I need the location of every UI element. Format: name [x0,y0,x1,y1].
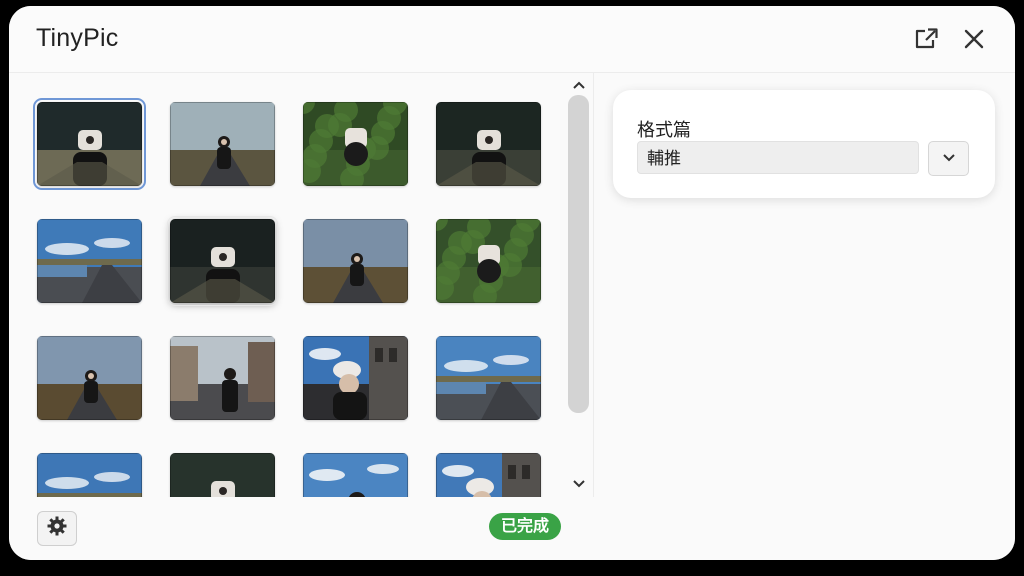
thumbnail-street-portrait[interactable] [170,336,275,420]
settings-pane: 格式篇 輔推 [594,73,1015,560]
settings-button[interactable] [37,511,77,546]
format-select[interactable]: 輔推 [637,141,919,174]
thumbnail-lake-road[interactable] [436,336,541,420]
share-export-icon[interactable] [911,24,941,54]
thumbnail-road-field-portrait[interactable] [170,102,275,186]
thumbnail-lake-road[interactable] [37,219,142,303]
thumbnail-field-road-portrait[interactable] [37,336,142,420]
chevron-down-icon [942,150,956,168]
title-bar: TinyPic [9,6,1015,73]
thumbnail-building-portrait[interactable] [436,453,541,497]
thumbnail-dark-portrait[interactable] [167,216,278,306]
thumbnail-portrait-dark-green[interactable] [33,98,146,190]
bottom-bar: 已完成 [9,498,593,560]
thumbnail-building-portrait[interactable] [303,336,408,420]
thumbnail-field-road-portrait[interactable] [303,219,408,303]
thumbnail-lake-road[interactable] [37,453,142,497]
app-title: TinyPic [36,24,119,52]
thumbnail-grid [9,73,565,497]
status-badge: 已完成 [489,513,562,540]
format-card: 格式篇 輔推 [613,90,995,198]
scroll-up-icon[interactable] [570,76,588,94]
thumbnail-foliage-portrait[interactable] [436,219,541,303]
scrollbar-thumb[interactable] [568,95,589,413]
gear-icon [46,515,68,542]
format-dropdown-button[interactable] [928,141,969,176]
gallery-scrollbar[interactable] [566,73,592,497]
app-window: TinyPic 已完成 格式篇 輔推 [9,6,1015,560]
image-gallery-pane [9,73,594,497]
thumbnail-dark-portrait[interactable] [170,453,275,497]
thumbnail-foliage-portrait[interactable] [303,102,408,186]
thumbnail-dark-portrait[interactable] [436,102,541,186]
close-icon[interactable] [959,24,989,54]
format-label: 格式篇 [637,120,691,140]
scroll-down-icon[interactable] [570,475,588,493]
thumbnail-sky-portrait[interactable] [303,453,408,497]
